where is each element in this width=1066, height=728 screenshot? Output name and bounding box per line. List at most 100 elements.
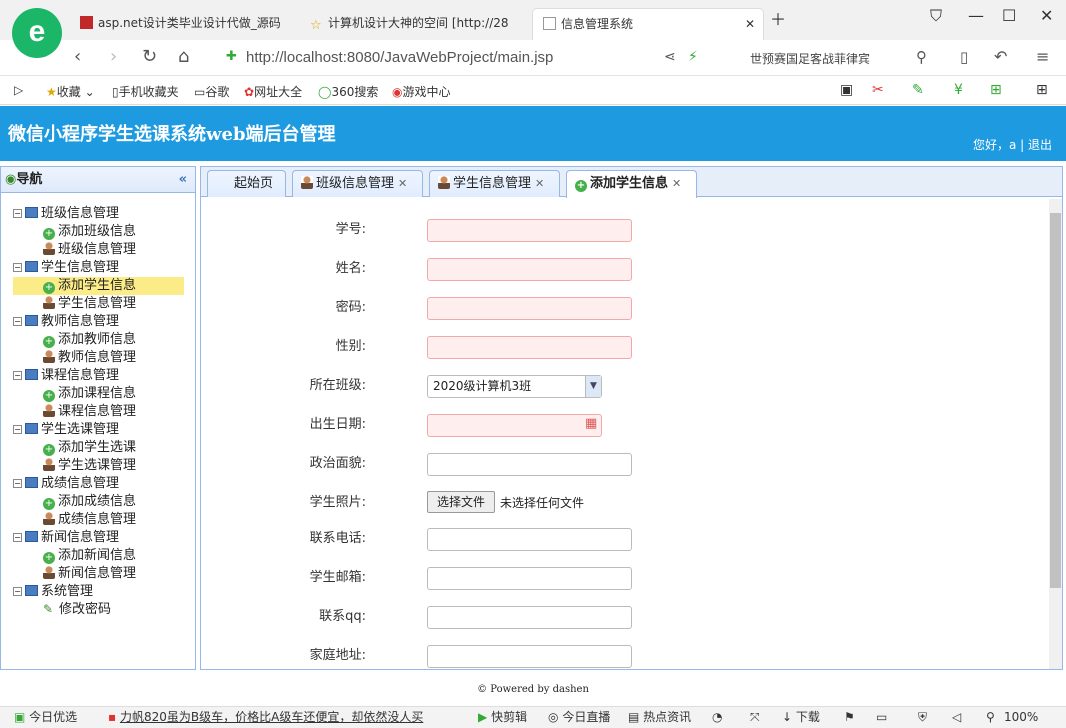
share-icon[interactable]: ⋖ xyxy=(664,49,676,65)
browser-tab[interactable]: ☆ 计算机设计大神的空间 [http://28 xyxy=(310,8,510,40)
collapse-toggle-icon[interactable]: − xyxy=(13,425,22,434)
collapse-toggle-icon[interactable]: − xyxy=(13,209,22,218)
speed-icon[interactable]: ◔ xyxy=(712,707,722,727)
window-icon[interactable]: ▭ xyxy=(876,707,887,727)
email-input[interactable] xyxy=(427,567,632,590)
home-icon[interactable]: ⌂ xyxy=(178,46,189,67)
close-tab-icon[interactable]: ✕ xyxy=(535,177,544,190)
phone-icon[interactable]: ▯ xyxy=(960,48,968,66)
sidebar-item[interactable]: + 添加班级信息 xyxy=(13,223,193,241)
sidebar-item[interactable]: + 添加学生选课 xyxy=(13,439,193,457)
search-icon[interactable]: ⚲ xyxy=(916,48,927,66)
phone-input[interactable] xyxy=(427,528,632,551)
bookmark-item[interactable]: ★收藏 ⌄ xyxy=(46,83,95,100)
url-field[interactable]: http://localhost:8080/JavaWebProject/mai… xyxy=(246,46,676,70)
menu-icon[interactable]: ≡ xyxy=(1036,47,1049,66)
nav-group[interactable]: − 课程信息管理 xyxy=(13,367,193,385)
sidebar-item[interactable]: 成绩信息管理 xyxy=(13,511,193,529)
nav-group[interactable]: − 班级信息管理 xyxy=(13,205,193,223)
collapse-toggle-icon[interactable]: − xyxy=(13,587,22,596)
sidebar-item[interactable]: 学生信息管理 xyxy=(13,295,193,313)
close-tab-icon[interactable]: ✕ xyxy=(398,177,407,190)
bookmark-item[interactable]: ◉游戏中心 xyxy=(392,83,451,100)
browser-tab[interactable]: asp.net设计类毕业设计代做_源码 xyxy=(80,8,280,40)
sidebar-item[interactable]: 班级信息管理 xyxy=(13,241,193,259)
close-window-button[interactable]: ✕ xyxy=(1040,6,1053,25)
bookmark-item[interactable]: ✿网址大全 xyxy=(244,83,302,100)
undo-icon[interactable]: ↶ xyxy=(994,47,1007,66)
minimize-button[interactable]: — xyxy=(968,6,984,25)
calendar-icon[interactable]: ▦ xyxy=(585,416,597,431)
yen-icon[interactable]: ¥ xyxy=(954,82,963,98)
shirt-icon[interactable]: ⛉ xyxy=(930,6,942,26)
collapse-toggle-icon[interactable]: − xyxy=(13,263,22,272)
nav-group[interactable]: − 成绩信息管理 xyxy=(13,475,193,493)
collapse-toggle-icon[interactable]: − xyxy=(13,371,22,380)
address-input[interactable] xyxy=(427,645,632,668)
daily-picks[interactable]: ▣ 今日优选 xyxy=(14,707,77,727)
sidebar-item[interactable]: 课程信息管理 xyxy=(13,403,193,421)
search-suggestion[interactable]: 世预赛国足客战菲律宾 xyxy=(750,50,870,67)
sidebar-item[interactable]: + 添加新闻信息 xyxy=(13,547,193,565)
news-ticker[interactable]: ▪ 力帆820虽为B级车，价格比A级车还便宜，却依然没人买 xyxy=(108,707,423,727)
scrollbar-thumb[interactable] xyxy=(1050,213,1061,588)
gamepad-icon[interactable]: ⊞ xyxy=(990,82,1002,98)
sidebar-item[interactable]: + 添加学生信息 xyxy=(13,277,184,295)
shield-icon[interactable]: ⛨ xyxy=(918,707,927,727)
reload-icon[interactable]: ↻ xyxy=(142,46,157,67)
status-item[interactable]: ▶ 快剪辑 xyxy=(478,707,527,727)
sidebar-item[interactable]: 学生选课管理 xyxy=(13,457,193,475)
form-scrollbar[interactable] xyxy=(1049,199,1062,669)
password-input[interactable] xyxy=(427,297,632,320)
nav-group[interactable]: − 系统管理 xyxy=(13,583,193,601)
status-item[interactable]: ◎ 今日直播 xyxy=(548,707,610,727)
sidebar-item[interactable]: + 添加课程信息 xyxy=(13,385,193,403)
new-tab-button[interactable]: ＋ xyxy=(770,6,786,30)
tab-add-student[interactable]: + 添加学生信息 ✕ xyxy=(566,170,697,198)
sidebar-item[interactable]: + 添加教师信息 xyxy=(13,331,193,349)
back-icon[interactable]: ‹ xyxy=(74,46,81,67)
tab-student-management[interactable]: 学生信息管理 ✕ xyxy=(429,170,560,197)
collapse-toggle-icon[interactable]: − xyxy=(13,533,22,542)
student-no-input[interactable] xyxy=(427,219,632,242)
status-item[interactable]: ▤ 热点资讯 xyxy=(628,707,691,727)
close-tab-icon[interactable]: ✕ xyxy=(745,9,755,39)
bookmark-item[interactable]: ▯手机收藏夹 xyxy=(112,83,179,100)
volume-icon[interactable]: ◁ xyxy=(952,707,961,727)
forward-icon[interactable]: › xyxy=(110,46,117,67)
flag-icon[interactable]: ⚑ xyxy=(844,707,855,727)
qq-input[interactable] xyxy=(427,606,632,629)
maximize-button[interactable]: ☐ xyxy=(1002,6,1016,25)
browser-logo-icon[interactable]: e xyxy=(12,8,62,58)
bookmark-item[interactable]: ◯360搜索 xyxy=(318,83,378,100)
browser-tab-active[interactable]: 信息管理系统 ✕ xyxy=(532,8,764,40)
tab-home[interactable]: 起始页 xyxy=(207,170,286,197)
nav-group[interactable]: − 教师信息管理 xyxy=(13,313,193,331)
zoom-icon[interactable]: ⚲ xyxy=(986,707,995,727)
sidebar-item[interactable]: 新闻信息管理 xyxy=(13,565,193,583)
birthday-input[interactable] xyxy=(427,414,602,437)
collapse-sidebar-icon[interactable]: « xyxy=(179,167,187,193)
name-input[interactable] xyxy=(427,258,632,281)
sidebar-toggle-icon[interactable]: ▷ xyxy=(14,83,23,97)
sidebar-item[interactable]: + 添加成绩信息 xyxy=(13,493,193,511)
choose-file-button[interactable]: 选择文件 xyxy=(427,491,495,513)
gender-input[interactable] xyxy=(427,336,632,359)
collapse-toggle-icon[interactable]: − xyxy=(13,317,22,326)
apps-icon[interactable]: ⊞ xyxy=(1036,82,1048,98)
close-tab-icon[interactable]: ✕ xyxy=(672,177,681,190)
class-select[interactable]: 2020级计算机3班 ▼ xyxy=(427,375,602,398)
cast-icon[interactable]: ⤧ xyxy=(750,707,760,727)
tab-class-management[interactable]: 班级信息管理 ✕ xyxy=(292,170,423,197)
nav-group[interactable]: − 学生选课管理 xyxy=(13,421,193,439)
sidebar-item[interactable]: ✎ 修改密码 xyxy=(13,601,193,619)
scissors-icon[interactable]: ✂ xyxy=(872,82,884,98)
politics-input[interactable] xyxy=(427,453,632,476)
logout-link[interactable]: 退出 xyxy=(1028,138,1052,152)
extension-icon[interactable]: ▣ xyxy=(840,82,853,98)
nav-group[interactable]: − 学生信息管理 xyxy=(13,259,193,277)
nav-group[interactable]: − 新闻信息管理 xyxy=(13,529,193,547)
bookmark-item[interactable]: ▭谷歌 xyxy=(194,83,229,100)
zoom-level[interactable]: 100% xyxy=(1004,707,1038,727)
sidebar-item[interactable]: 教师信息管理 xyxy=(13,349,193,367)
